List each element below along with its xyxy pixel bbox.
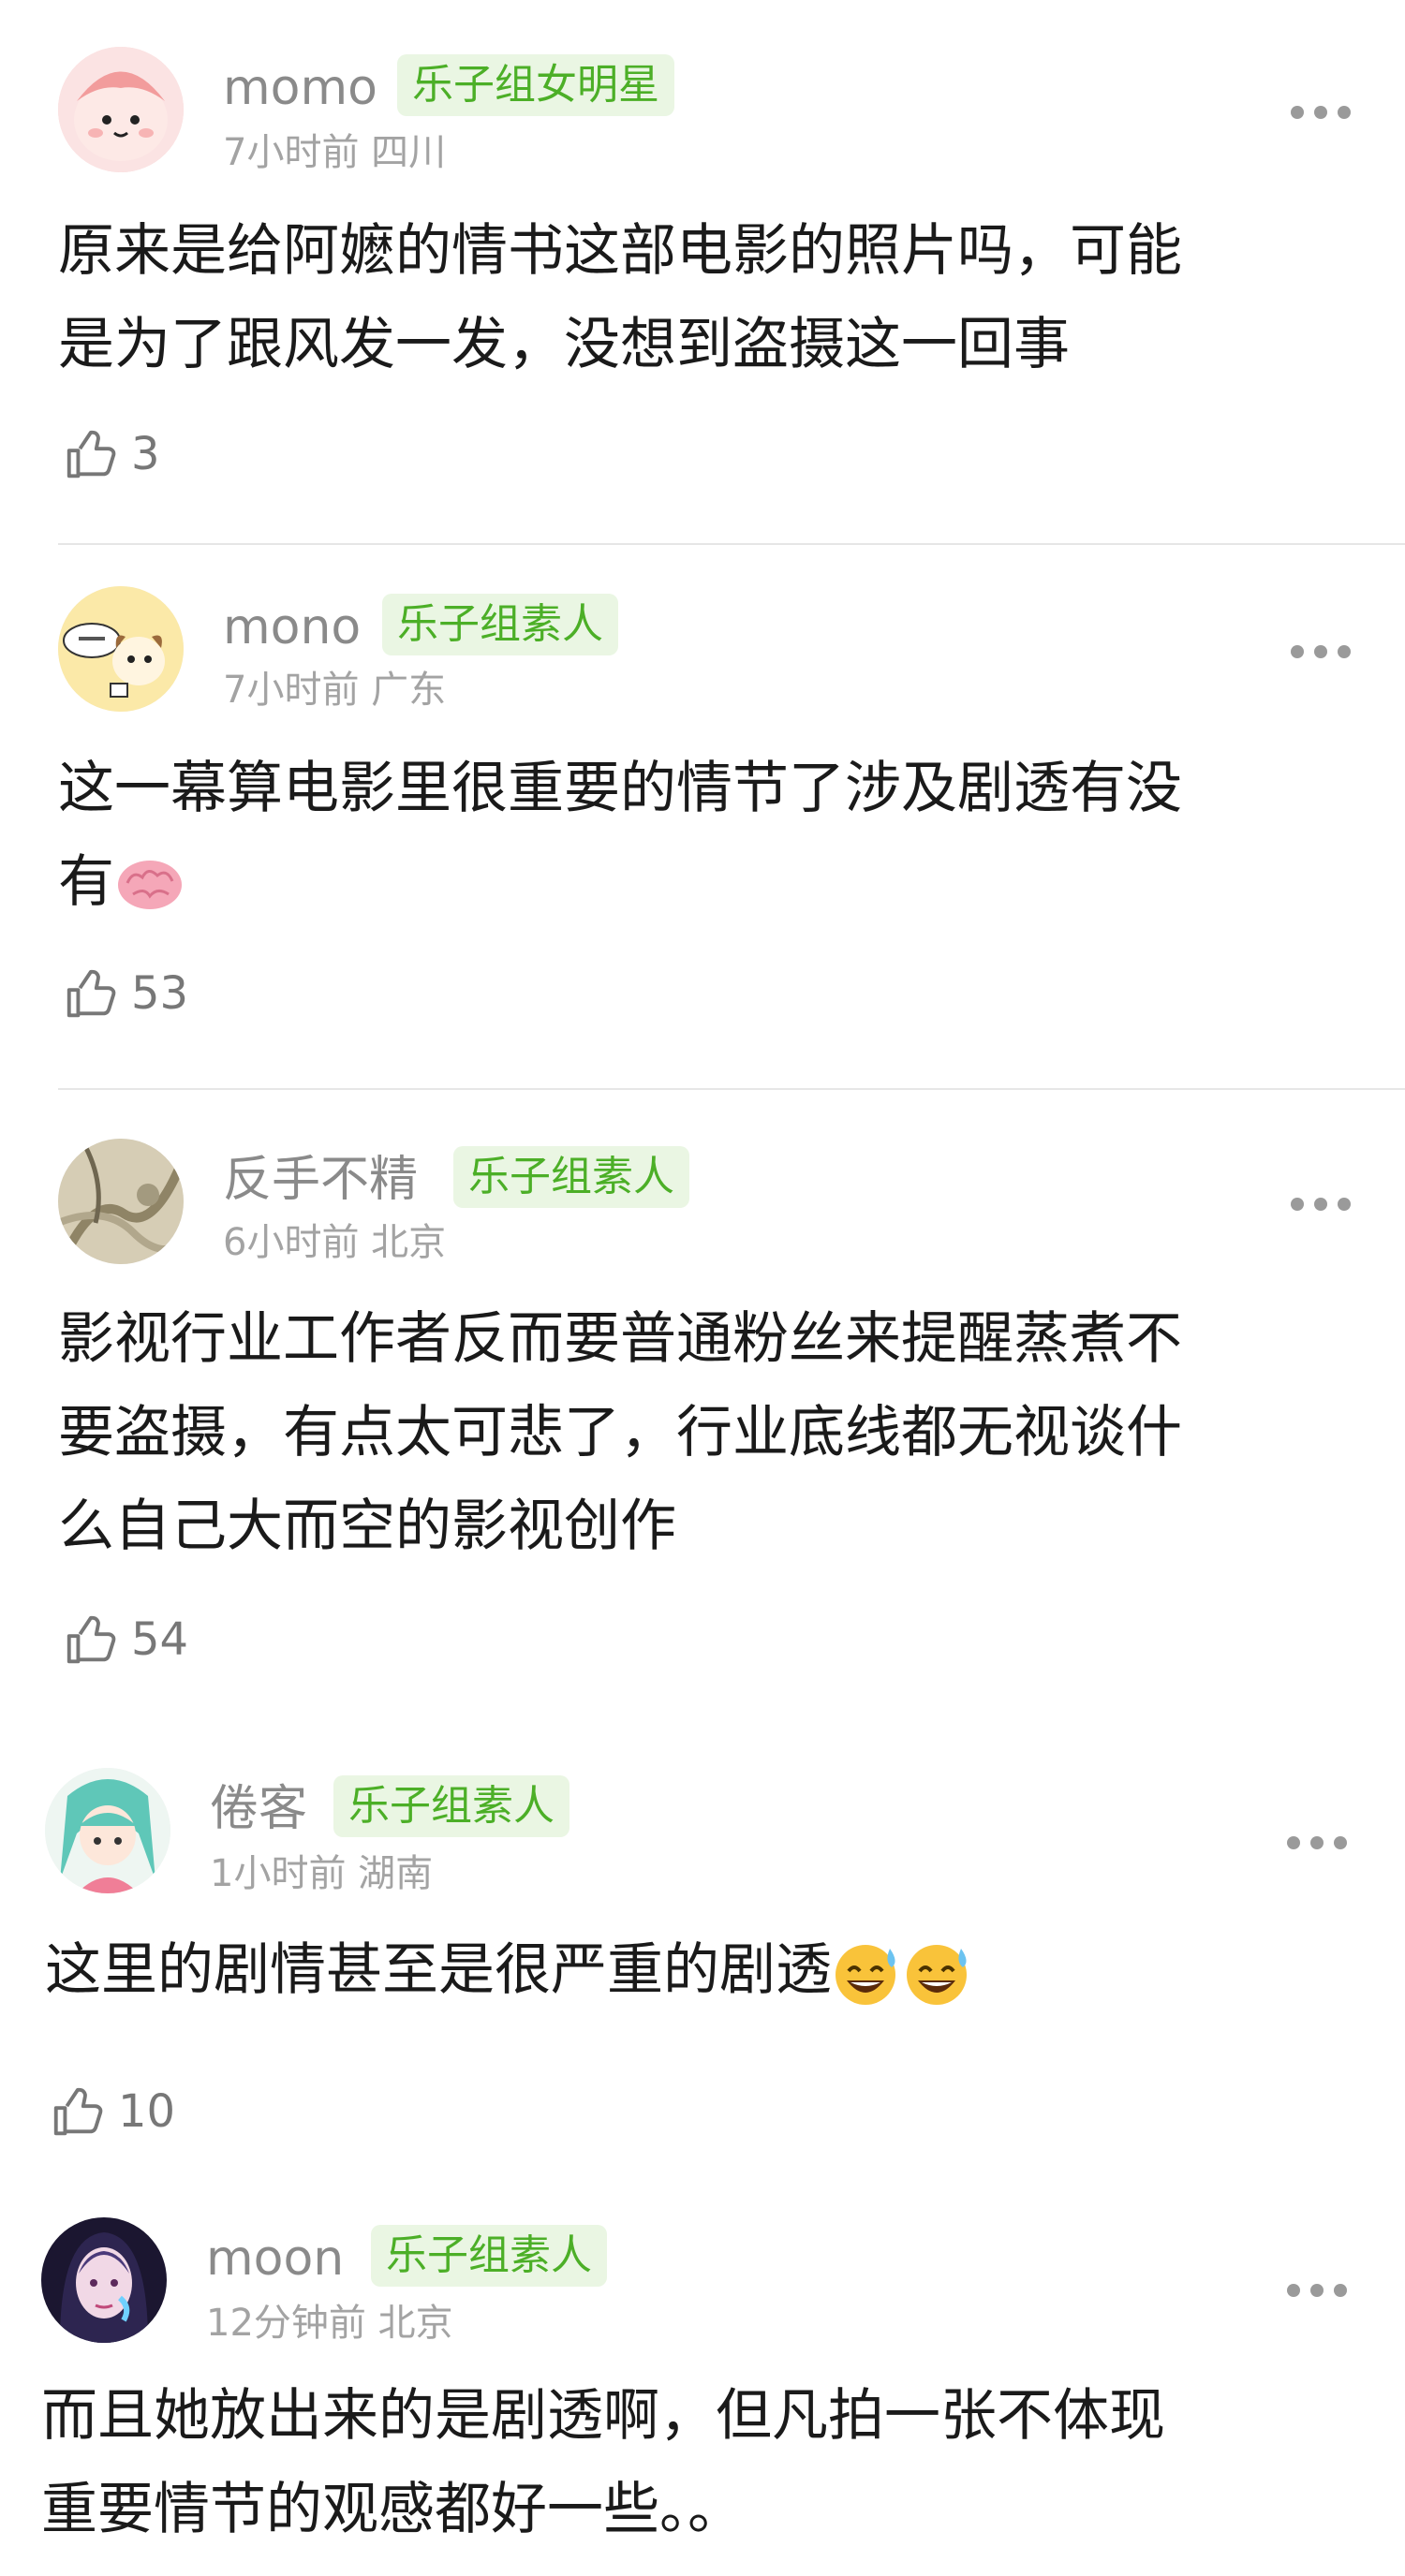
comment-location: 广东 <box>371 669 447 712</box>
brain-emoji-icon <box>118 861 182 910</box>
comment-line: 有 <box>58 849 114 915</box>
more-options-icon[interactable] <box>1287 2279 1347 2302</box>
like-count: 3 <box>131 428 160 480</box>
thumbs-up-icon <box>67 1615 116 1664</box>
comment-item: momo 乐子组女明星 7小时前 四川 原来是给阿嬷的情书这部电影的照片吗，可能… <box>0 0 1405 543</box>
thumbs-up-icon <box>67 969 116 1018</box>
user-badge: 乐子组女明星 <box>397 54 674 116</box>
like-count: 53 <box>131 967 189 1020</box>
grinning-sweat-emoji-icon <box>907 1945 967 2006</box>
comment-item: 反手不精 乐子组素人 6小时前 北京 影视行业工作者反而要普通粉丝来提醒蒸煮不 … <box>0 1090 1405 1745</box>
comment-line: 这一幕算电影里很重要的情节了涉及剧透有没 <box>58 756 1182 821</box>
comment-line: 重要情节的观感都好一些。。 <box>41 2477 744 2542</box>
user-badge: 乐子组素人 <box>333 1775 569 1837</box>
comment-text: 原来是给阿嬷的情书这部电影的照片吗，可能 是为了跟风发一发，没想到盗摄这一回事 <box>58 204 1369 391</box>
grinning-sweat-emoji-icon <box>836 1945 895 2006</box>
comment-location: 四川 <box>371 131 447 174</box>
user-badge: 乐子组素人 <box>382 594 618 655</box>
like-count: 54 <box>131 1613 189 1666</box>
comment-text: 而且她放出来的是剧透啊，但凡拍一张不体现 重要情节的观感都好一些。。 <box>41 2369 1353 2556</box>
comment-meta: 7小时前 广东 <box>223 667 446 714</box>
like-button[interactable]: 54 <box>62 1609 188 1671</box>
username[interactable]: momo <box>223 58 377 118</box>
comment-location: 北京 <box>371 1221 447 1264</box>
comment-text: 这一幕算电影里很重要的情节了涉及剧透有没 有 <box>58 742 1369 929</box>
comment-location: 北京 <box>377 2302 453 2345</box>
username[interactable]: mono <box>223 597 361 657</box>
comment-location: 湖南 <box>358 1852 434 1895</box>
comment-item: moon 乐子组素人 12分钟前 北京 而且她放出来的是剧透啊，但凡拍一张不体现… <box>0 2186 1405 2576</box>
thumbs-up-icon <box>53 2087 103 2136</box>
username[interactable]: 倦客 <box>210 1779 307 1839</box>
comment-line-with-emoji: 有 <box>58 835 1369 929</box>
comment-time: 7小时前 <box>223 669 360 712</box>
user-badge: 乐子组素人 <box>371 2225 607 2287</box>
comment-text: 这里的剧情甚至是很严重的剧透 <box>45 1923 1356 2017</box>
comment-time: 7小时前 <box>223 131 360 174</box>
comment-line: 影视行业工作者反而要普通粉丝来提醒蒸煮不 <box>58 1306 1182 1372</box>
avatar[interactable] <box>41 2217 167 2343</box>
comment-time: 12分钟前 <box>206 2302 366 2345</box>
username[interactable]: moon <box>206 2229 344 2289</box>
user-badge: 乐子组素人 <box>453 1146 689 1208</box>
avatar[interactable] <box>58 47 184 172</box>
comment-time: 6小时前 <box>223 1221 360 1264</box>
comment-line: 要盗摄，有点太可悲了，行业底线都无视谈什 <box>58 1400 1182 1465</box>
avatar[interactable] <box>58 586 184 712</box>
avatar[interactable] <box>58 1139 184 1264</box>
comment-meta: 6小时前 北京 <box>223 1219 446 1266</box>
thumbs-up-icon <box>67 430 116 478</box>
username[interactable]: 反手不精 <box>223 1150 418 1210</box>
more-options-icon[interactable] <box>1287 1832 1347 1854</box>
more-options-icon[interactable] <box>1291 640 1351 663</box>
comment-meta: 12分钟前 北京 <box>206 2300 453 2347</box>
like-button[interactable]: 53 <box>62 963 188 1024</box>
like-count: 10 <box>118 2085 176 2138</box>
comment-item: 倦客 乐子组素人 1小时前 湖南 这里的剧情甚至是很严重的剧透 10 <box>0 1745 1405 2186</box>
more-options-icon[interactable] <box>1291 101 1351 124</box>
comment-line: 是为了跟风发一发，没想到盗摄这一回事 <box>58 312 1070 377</box>
comment-meta: 7小时前 四川 <box>223 129 446 176</box>
comment-text: 影视行业工作者反而要普通粉丝来提醒蒸煮不 要盗摄，有点太可悲了，行业底线都无视谈… <box>58 1292 1369 1573</box>
comment-line: 么自己大而空的影视创作 <box>58 1494 676 1559</box>
comment-time: 1小时前 <box>210 1852 347 1895</box>
avatar[interactable] <box>45 1768 170 1893</box>
like-button[interactable]: 10 <box>49 2081 175 2142</box>
comment-line-with-emoji: 这里的剧情甚至是很严重的剧透 <box>45 1923 1356 2017</box>
comment-item: mono 乐子组素人 7小时前 广东 这一幕算电影里很重要的情节了涉及剧透有没 … <box>0 545 1405 1088</box>
comment-line: 原来是给阿嬷的情书这部电影的照片吗，可能 <box>58 218 1182 284</box>
comment-line: 而且她放出来的是剧透啊，但凡拍一张不体现 <box>41 2383 1165 2449</box>
comment-meta: 1小时前 湖南 <box>210 1850 433 1897</box>
more-options-icon[interactable] <box>1291 1193 1351 1215</box>
comment-line: 这里的剧情甚至是很严重的剧透 <box>45 1937 832 2003</box>
like-button[interactable]: 3 <box>62 423 160 485</box>
